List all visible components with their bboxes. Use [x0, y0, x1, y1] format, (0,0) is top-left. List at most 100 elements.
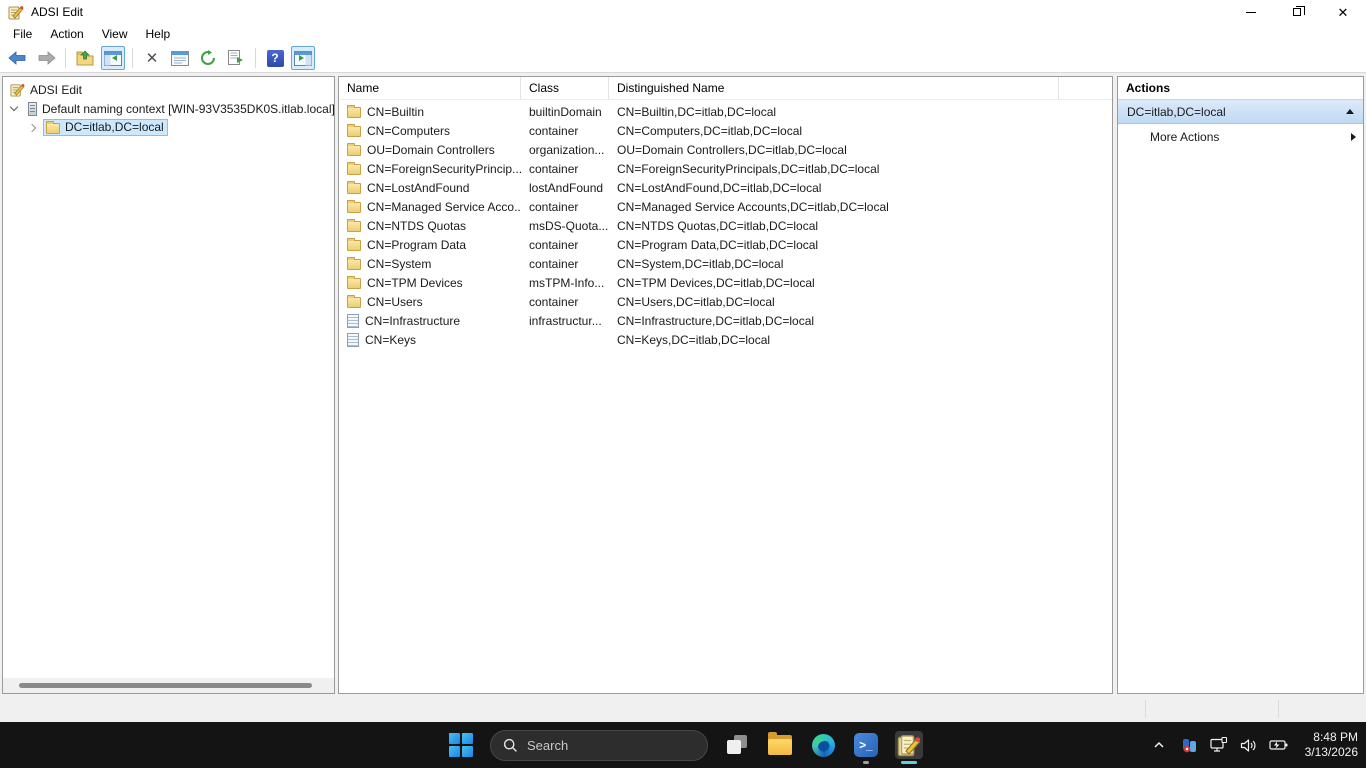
more-actions-item[interactable]: More Actions: [1118, 124, 1363, 150]
taskbar-clock[interactable]: 8:48 PM 3/13/2026: [1299, 730, 1358, 760]
export-list-icon: [227, 50, 245, 66]
network-button[interactable]: [1209, 735, 1229, 755]
clock-time: 8:48 PM: [1305, 730, 1358, 745]
back-arrow-icon: [8, 51, 28, 65]
table-row[interactable]: CN=Managed Service Acco... containerCN=M…: [339, 197, 1112, 216]
battery-button[interactable]: [1269, 735, 1289, 755]
collapse-section-icon[interactable]: [1346, 109, 1354, 114]
close-button[interactable]: ✕: [1320, 0, 1366, 24]
show-action-pane-button[interactable]: [291, 46, 315, 70]
selected-tree-item[interactable]: DC=itlab,DC=local: [43, 119, 168, 136]
folder-icon: [347, 202, 361, 213]
refresh-button[interactable]: [196, 46, 220, 70]
delete-button[interactable]: ✕: [140, 46, 164, 70]
actions-section-label: DC=itlab,DC=local: [1127, 105, 1346, 119]
actions-section-header[interactable]: DC=itlab,DC=local: [1118, 100, 1363, 124]
menu-action[interactable]: Action: [41, 25, 92, 43]
folder-icon: [347, 164, 361, 175]
help-button[interactable]: ?: [263, 46, 287, 70]
tree-horizontal-scrollbar[interactable]: [3, 678, 334, 693]
tray-app-button[interactable]: [1179, 735, 1199, 755]
table-row[interactable]: CN=NTDS Quotas msDS-Quota...CN=NTDS Quot…: [339, 216, 1112, 235]
show-console-tree-icon: [104, 51, 122, 66]
volume-button[interactable]: [1239, 735, 1259, 755]
taskbar: >_: [0, 722, 1366, 768]
parent-folder-button[interactable]: [73, 46, 97, 70]
table-row[interactable]: CN=TPM Devices msTPM-Info...CN=TPM Devic…: [339, 273, 1112, 292]
file-explorer-button[interactable]: [766, 731, 794, 759]
folder-icon: [347, 240, 361, 251]
menu-file[interactable]: File: [4, 25, 41, 43]
adsi-edit-taskbar-button[interactable]: [895, 731, 923, 759]
file-explorer-icon: [768, 735, 792, 755]
search-input[interactable]: [527, 738, 677, 753]
table-row[interactable]: CN=System containerCN=System,DC=itlab,DC…: [339, 254, 1112, 273]
show-action-pane-icon: [294, 51, 312, 66]
restore-button[interactable]: [1274, 0, 1320, 24]
start-button[interactable]: [447, 731, 475, 759]
status-bar: [0, 697, 1366, 722]
network-icon: [1210, 737, 1228, 753]
submenu-arrow-icon: [1351, 133, 1356, 141]
delete-icon: ✕: [146, 51, 159, 66]
table-row[interactable]: CN=ForeignSecurityPrincip... containerCN…: [339, 159, 1112, 178]
folder-icon: [46, 123, 60, 134]
show-console-tree-button[interactable]: [101, 46, 125, 70]
search-icon: [503, 738, 518, 753]
tree-root-label: ADSI Edit: [30, 83, 82, 97]
refresh-icon: [199, 50, 217, 66]
scrollbar-thumb[interactable]: [19, 683, 312, 688]
result-list-panel: Name Class Distinguished Name CN=Builtin…: [338, 76, 1113, 694]
column-header-name[interactable]: Name: [339, 77, 521, 99]
table-row[interactable]: CN=Program Data containerCN=Program Data…: [339, 235, 1112, 254]
volume-icon: [1240, 738, 1257, 753]
menu-help[interactable]: Help: [137, 25, 180, 43]
list-header: Name Class Distinguished Name: [339, 77, 1112, 100]
chevron-right-icon[interactable]: [28, 123, 36, 131]
tray-expand-button[interactable]: [1149, 735, 1169, 755]
adsi-edit-icon: [897, 733, 921, 757]
edge-icon: [812, 734, 835, 757]
console-tree-panel: ADSI Edit Default naming context [WIN-93…: [2, 76, 335, 694]
menu-view[interactable]: View: [93, 25, 137, 43]
list-rows: CN=Builtin builtinDomainCN=Builtin,DC=it…: [339, 100, 1112, 349]
actions-panel-title: Actions: [1118, 77, 1363, 100]
adsi-edit-app-icon: [8, 4, 24, 20]
properties-icon: [171, 51, 189, 66]
forward-button[interactable]: [34, 46, 58, 70]
active-indicator: [901, 761, 917, 764]
help-icon: ?: [267, 50, 284, 67]
folder-icon: [347, 183, 361, 194]
server-icon: [28, 102, 37, 116]
chevron-down-icon[interactable]: [10, 103, 18, 111]
tree-node-label: DC=itlab,DC=local: [65, 120, 164, 134]
table-row[interactable]: CN=Users containerCN=Users,DC=itlab,DC=l…: [339, 292, 1112, 311]
folder-icon: [347, 259, 361, 270]
tree-node-dc-itlab[interactable]: DC=itlab,DC=local: [3, 118, 334, 137]
toolbar-separator: [65, 48, 66, 68]
clock-date: 3/13/2026: [1305, 745, 1358, 760]
edge-button[interactable]: [809, 731, 837, 759]
table-row[interactable]: OU=Domain Controllers organization...OU=…: [339, 140, 1112, 159]
tree-root-adsi-edit[interactable]: ADSI Edit: [3, 80, 334, 99]
properties-button[interactable]: [168, 46, 192, 70]
back-button[interactable]: [6, 46, 30, 70]
close-icon: ✕: [1338, 6, 1349, 19]
export-list-button[interactable]: [224, 46, 248, 70]
window-title: ADSI Edit: [31, 5, 83, 19]
minimize-button[interactable]: [1228, 0, 1274, 24]
table-row[interactable]: CN=LostAndFound lostAndFoundCN=LostAndFo…: [339, 178, 1112, 197]
infrastructure-object-icon: [347, 314, 359, 328]
table-row[interactable]: CN=Computers containerCN=Computers,DC=it…: [339, 121, 1112, 140]
tree-node-default-naming-context[interactable]: Default naming context [WIN-93V3535DK0S.…: [3, 99, 334, 118]
taskbar-search[interactable]: [490, 730, 708, 761]
column-header-distinguished-name[interactable]: Distinguished Name: [609, 77, 1059, 99]
table-row[interactable]: CN=Keys CN=Keys,DC=itlab,DC=local: [339, 330, 1112, 349]
column-header-class[interactable]: Class: [521, 77, 609, 99]
table-row[interactable]: CN=Builtin builtinDomainCN=Builtin,DC=it…: [339, 102, 1112, 121]
toolbar-separator: [132, 48, 133, 68]
table-row[interactable]: CN=Infrastructure infrastructur...CN=Inf…: [339, 311, 1112, 330]
powershell-button[interactable]: >_: [852, 731, 880, 759]
adsi-edit-icon: [10, 82, 25, 97]
task-view-button[interactable]: [723, 731, 751, 759]
